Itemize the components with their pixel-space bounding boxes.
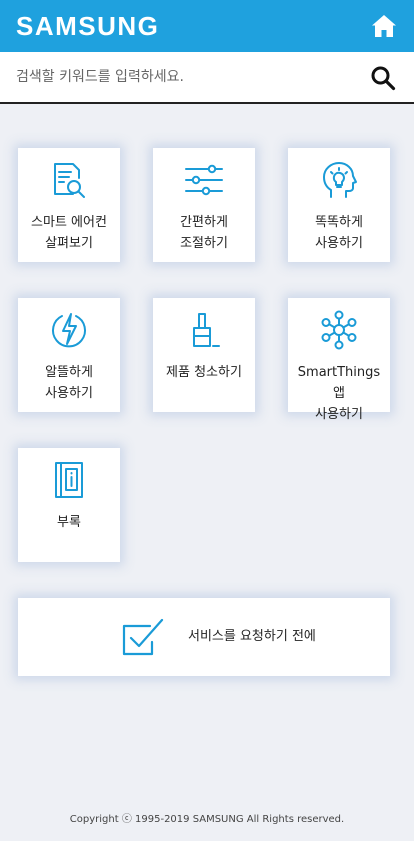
search-input[interactable] (0, 52, 360, 102)
paint-brush-icon (184, 310, 224, 350)
network-hub-icon (319, 310, 359, 350)
menu-card-smart-use[interactable]: 똑똑하게 사용하기 (288, 148, 390, 262)
lightning-circle-icon (49, 310, 89, 350)
menu-card-label: 간편하게 조절하기 (180, 215, 228, 251)
sliders-icon (184, 160, 224, 200)
menu-card-smartthings-app[interactable]: SmartThings 앱 사용하기 (288, 298, 390, 422)
menu-card-label: 부록 (57, 515, 81, 530)
copyright-text: Copyright ⓒ 1995-2019 SAMSUNG All Rights… (69, 814, 345, 825)
menu-card-label: 똑똑하게 사용하기 (315, 215, 363, 251)
menu-card-aircon-overview[interactable]: 스마트 에어컨 살펴보기 (18, 148, 120, 262)
book-info-icon (49, 460, 89, 500)
samsung-logo[interactable]: SAMSUNG (16, 12, 159, 40)
menu-card-economical-use[interactable]: 알뜰하게 사용하기 (18, 298, 120, 412)
checkbox-check-icon (122, 618, 164, 656)
head-lightbulb-icon (319, 160, 359, 200)
menu-card-label: 제품 청소하기 (166, 365, 242, 380)
service-request-label: 서비스를 요청하기 전에 (188, 629, 316, 644)
menu-card-easy-control[interactable]: 간편하게 조절하기 (153, 148, 255, 262)
document-search-icon (49, 160, 89, 200)
service-request-card[interactable]: 서비스를 요청하기 전에 (18, 598, 390, 676)
menu-card-label: SmartThings 앱 사용하기 (297, 365, 381, 422)
search-bar (0, 52, 414, 104)
menu-card-appendix[interactable]: 부록 (18, 448, 120, 562)
home-icon[interactable] (370, 12, 398, 40)
menu-card-product-cleaning[interactable]: 제품 청소하기 (153, 298, 255, 412)
menu-card-label: 스마트 에어컨 살펴보기 (31, 215, 107, 251)
menu-card-label: 알뜰하게 사용하기 (45, 365, 93, 401)
search-icon[interactable] (370, 65, 396, 91)
app-header: SAMSUNG (0, 0, 414, 52)
